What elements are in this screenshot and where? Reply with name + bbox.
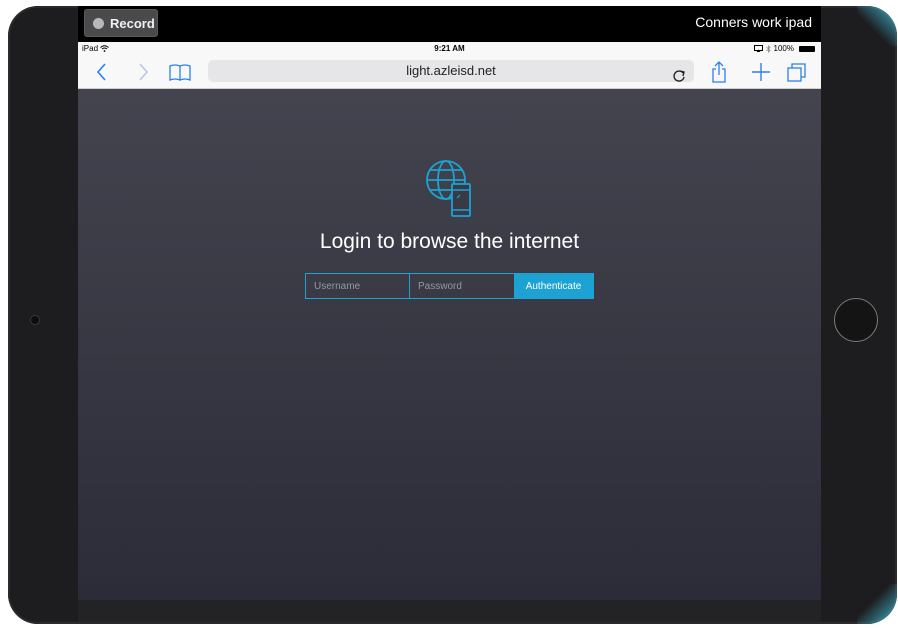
globe-phone-icon xyxy=(426,160,471,217)
device-name: Conners work ipad xyxy=(695,14,812,30)
status-bar: iPad 9:21 AM 100% xyxy=(78,42,821,56)
frame-highlight-bottom xyxy=(857,584,897,624)
record-label: Record xyxy=(110,15,155,31)
login-title: Login to browse the internet xyxy=(319,230,580,253)
home-button[interactable] xyxy=(834,298,878,342)
back-icon[interactable] xyxy=(94,60,110,84)
screen-bottom-bezel xyxy=(78,600,821,622)
bookmarks-icon[interactable] xyxy=(168,60,192,84)
screen-mirroring-icon xyxy=(753,45,763,52)
forward-icon[interactable] xyxy=(135,60,151,84)
status-time: 9:21 AM xyxy=(434,44,465,53)
authenticate-button[interactable]: Authenticate xyxy=(514,274,593,298)
url-text: light.azleisd.net xyxy=(406,63,496,78)
battery-percent: 100% xyxy=(773,44,794,53)
front-camera xyxy=(31,316,39,324)
record-button[interactable]: Record xyxy=(84,9,158,37)
safari-toolbar: light.azleisd.net xyxy=(78,56,821,89)
battery-icon xyxy=(799,45,815,52)
share-icon[interactable] xyxy=(710,60,728,84)
username-input[interactable] xyxy=(306,274,410,298)
address-bar[interactable]: light.azleisd.net xyxy=(208,60,694,82)
login-form: Authenticate xyxy=(305,273,594,299)
record-dot-icon xyxy=(93,17,104,29)
new-tab-icon[interactable] xyxy=(750,60,772,84)
status-right: 100% xyxy=(753,44,815,53)
bluetooth-icon xyxy=(765,44,771,53)
frame-highlight xyxy=(857,6,897,46)
reload-icon[interactable] xyxy=(672,64,686,88)
tabs-icon[interactable] xyxy=(786,60,808,84)
ipad-screen: iPad 9:21 AM 100% light.azleisd.net Logi… xyxy=(78,42,821,600)
password-input[interactable] xyxy=(410,274,514,298)
